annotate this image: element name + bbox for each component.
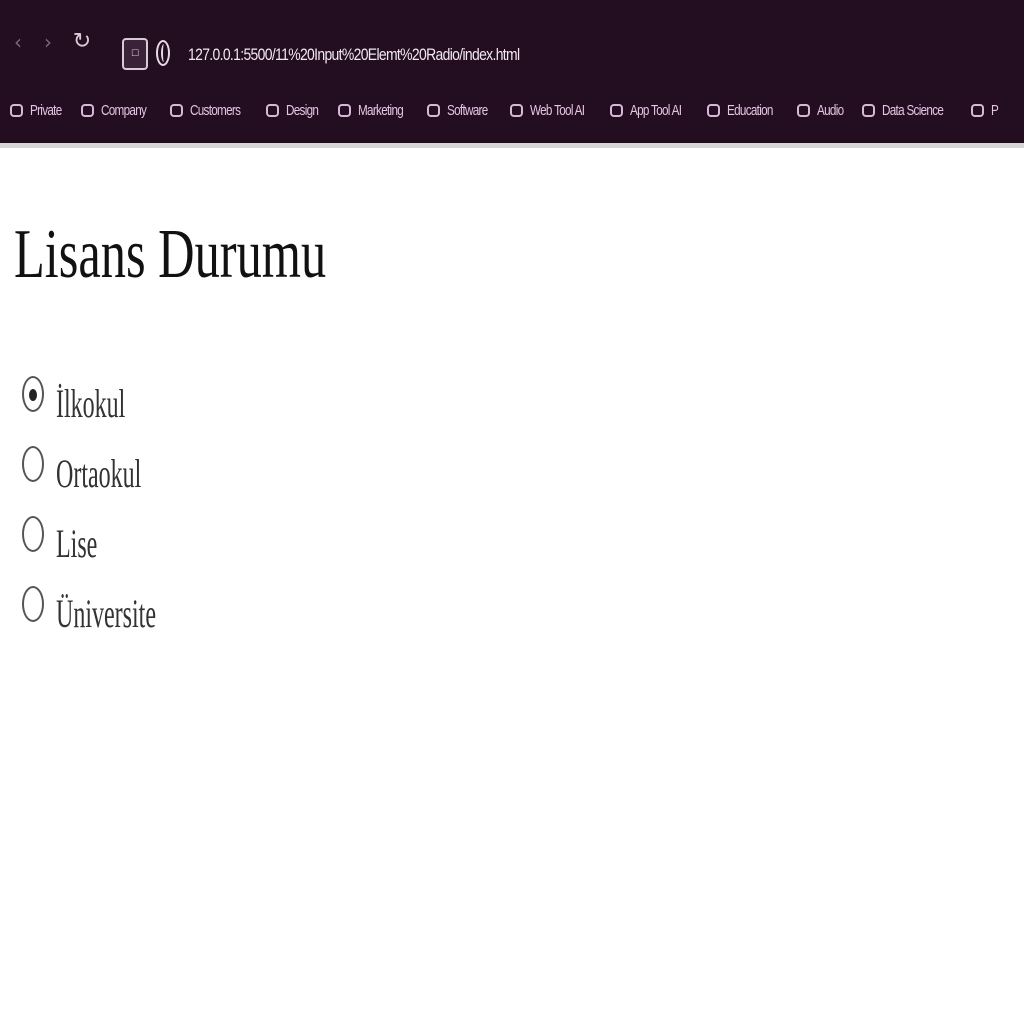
bookmark-company[interactable]: Company: [81, 102, 159, 119]
bookmark-web-tool-ai[interactable]: Web Tool AI: [509, 101, 600, 119]
bookmark-label: Customers: [190, 101, 241, 119]
bookmark-design[interactable]: Design: [265, 101, 327, 119]
bookmark-label: Software: [446, 101, 488, 119]
radio-label[interactable]: Üniversite: [56, 590, 156, 638]
folder-icon: [265, 103, 279, 117]
chrome-divider: [0, 143, 1024, 148]
back-icon[interactable]: ‹: [4, 28, 32, 56]
bookmark-marketing[interactable]: Marketing: [338, 102, 416, 119]
bookmark-label: Web Tool AI: [529, 101, 585, 119]
reload-icon[interactable]: ↻: [68, 28, 96, 56]
radio-button[interactable]: [22, 446, 44, 482]
folder-icon: [81, 103, 95, 117]
bookmark-customers[interactable]: Customers: [170, 102, 254, 119]
bookmark-app-tool-ai[interactable]: App Tool AI: [610, 102, 696, 119]
folder-icon: [861, 103, 875, 117]
bookmark-label: Education: [727, 101, 773, 119]
globe-icon: [156, 40, 170, 66]
bookmark-data-science[interactable]: Data Science: [861, 101, 960, 119]
radio-button[interactable]: [22, 516, 44, 552]
folder-icon: [170, 103, 184, 117]
bookmark-label: Design: [285, 101, 319, 119]
bookmark-education[interactable]: Education: [707, 102, 786, 119]
folder-icon: [338, 103, 352, 117]
bookmark-audio[interactable]: Audio: [796, 101, 851, 119]
bookmarks-bar: Private Company Customers Design Marketi…: [10, 93, 1024, 127]
folder-icon: [971, 103, 985, 117]
bookmark-label: Marketing: [358, 101, 404, 119]
folder-icon: [610, 103, 624, 117]
folder-icon: [10, 103, 23, 117]
radio-button[interactable]: [22, 586, 44, 622]
bookmark-label: Data Science: [881, 101, 944, 119]
forward-icon[interactable]: ›: [34, 28, 62, 56]
bookmark-label: App Tool AI: [630, 101, 682, 119]
navigation-bar: ‹ › ↻ ☐ 127.0.0.1:5500/11%20Input%20Elem…: [0, 14, 1024, 70]
browser-chrome: ‹ › ↻ ☐ 127.0.0.1:5500/11%20Input%20Elem…: [0, 0, 1024, 143]
folder-icon: [509, 103, 523, 117]
radio-label[interactable]: Lise: [56, 520, 97, 568]
site-info-icon[interactable]: ☐: [122, 38, 148, 70]
folder-icon: [426, 103, 440, 117]
page-title: Lisans Durumu: [14, 216, 327, 293]
radio-button-checked[interactable]: [22, 376, 44, 412]
radio-label[interactable]: Ortaokul: [56, 450, 141, 498]
folder-icon: [796, 103, 810, 117]
bookmark-label: P: [991, 101, 999, 119]
radio-label[interactable]: İlkokul: [56, 380, 125, 428]
bookmark-label: Private: [30, 101, 62, 119]
address-bar[interactable]: 127.0.0.1:5500/11%20Input%20Elemt%20Radi…: [188, 40, 532, 70]
bookmark-label: Audio: [816, 101, 844, 119]
bookmark-overflow[interactable]: P: [971, 102, 1000, 119]
bookmark-software[interactable]: Software: [426, 101, 499, 119]
folder-icon: [707, 103, 721, 117]
bookmark-label: Company: [101, 101, 147, 119]
bookmark-private[interactable]: Private: [10, 102, 70, 119]
